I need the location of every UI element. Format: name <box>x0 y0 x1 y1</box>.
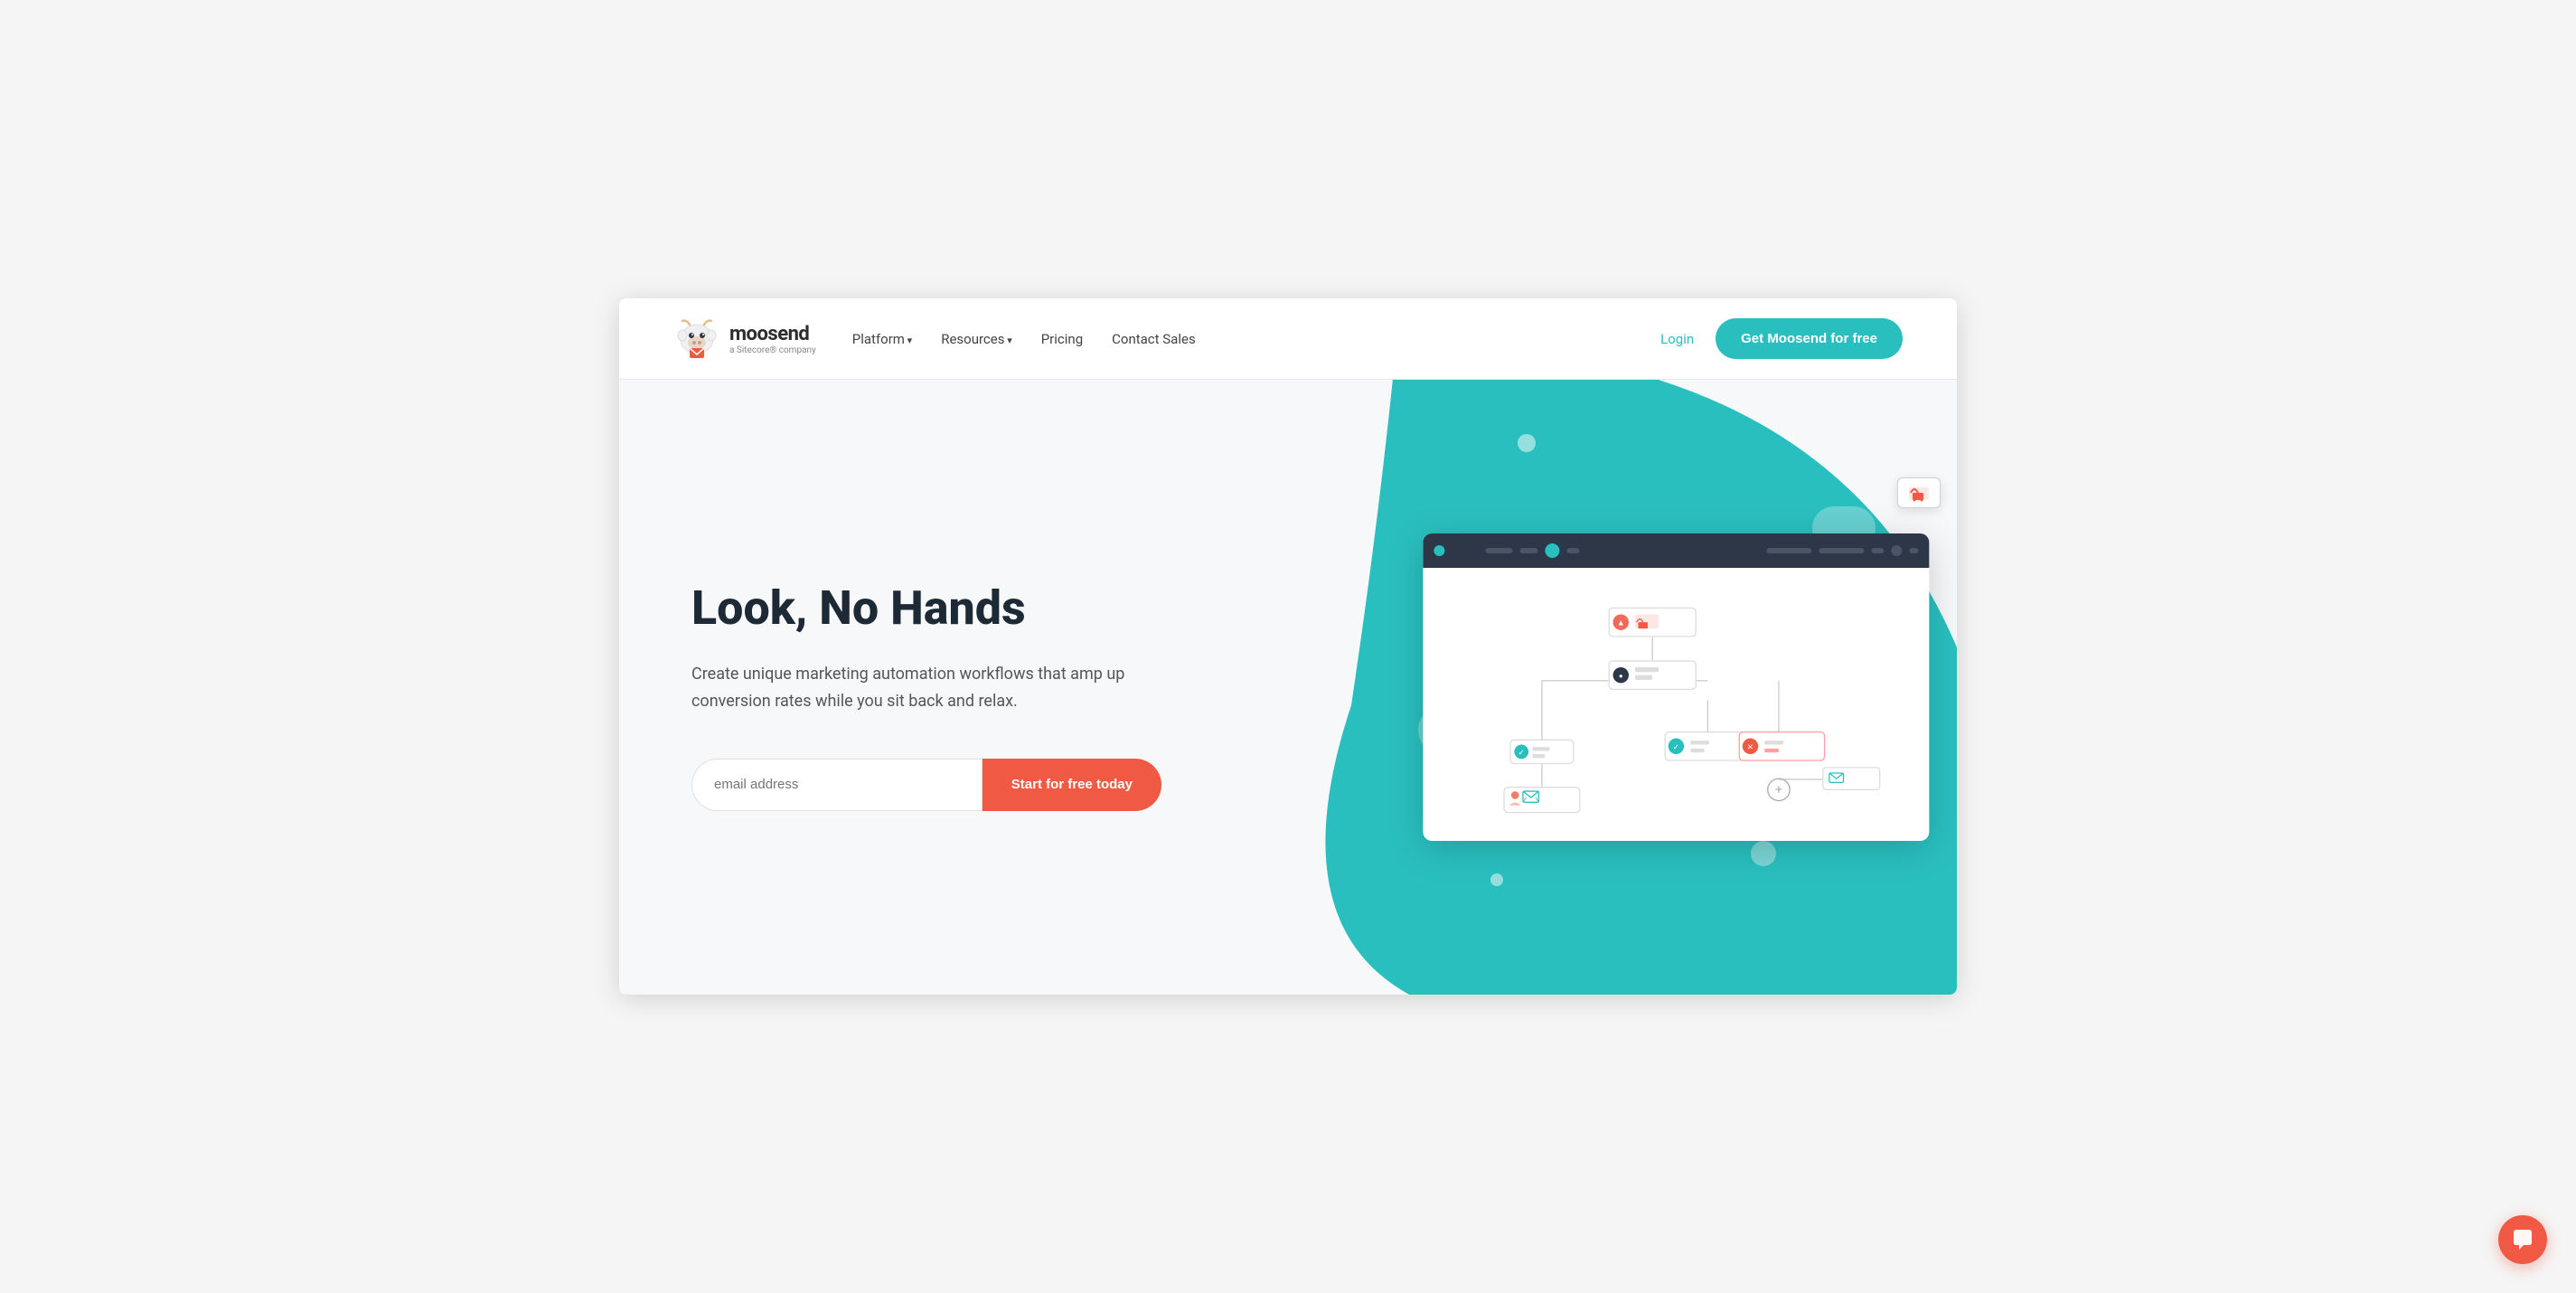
nav-left: moosend a Sitecore® company Platform Res… <box>673 316 1196 363</box>
get-moosend-button[interactable]: Get Moosend for free <box>1716 318 1903 359</box>
hero-right: ▲ ● ✓ <box>1355 380 1957 995</box>
browser-frame: moosend a Sitecore® company Platform Res… <box>619 298 1957 995</box>
float-basket-icon <box>1907 484 1931 502</box>
wf-dot-3 <box>1891 545 1902 556</box>
logo-text: moosend a Sitecore® company <box>729 323 816 355</box>
hero-description: Create unique marketing automation workf… <box>691 661 1125 714</box>
wf-dot-2 <box>1545 543 1559 558</box>
wf-bar-6 <box>1871 548 1884 553</box>
wf-dot-teal <box>1434 545 1444 556</box>
nav-links: Platform Resources Pricing Contact Sales <box>852 331 1196 347</box>
wf-body: ▲ ● ✓ <box>1423 568 1929 841</box>
email-input[interactable] <box>691 759 982 811</box>
nav-right: Login Get Moosend for free <box>1660 318 1903 359</box>
wf-titlebar <box>1423 533 1929 568</box>
hero-form: Start for free today <box>691 759 1161 811</box>
wf-bar-4 <box>1766 548 1811 553</box>
nav-contact[interactable]: Contact Sales <box>1112 331 1196 347</box>
float-card-basket <box>1897 477 1941 508</box>
svg-text:●: ● <box>1619 672 1623 680</box>
deco-bubble-7 <box>1490 873 1503 886</box>
logo-icon <box>673 316 720 363</box>
chat-fab[interactable] <box>2498 1215 2547 1264</box>
workflow-card: ▲ ● ✓ <box>1423 533 1929 841</box>
wf-bar-7 <box>1909 548 1918 553</box>
wf-bar-1 <box>1485 548 1512 553</box>
hero-left: Look, No Hands Create unique marketing a… <box>619 380 1355 995</box>
workflow-svg: ▲ ● ✓ <box>1437 586 1914 823</box>
svg-text:▲: ▲ <box>1617 619 1625 628</box>
login-link[interactable]: Login <box>1660 331 1694 347</box>
chat-icon <box>2511 1228 2534 1251</box>
wf-bar-2 <box>1519 548 1537 553</box>
wf-bar-5 <box>1819 548 1864 553</box>
hero-title: Look, No Hands <box>691 581 1283 636</box>
svg-text:✓: ✓ <box>1518 749 1525 758</box>
wf-bar-3 <box>1566 548 1579 553</box>
nav-pricing[interactable]: Pricing <box>1041 331 1083 347</box>
svg-text:✕: ✕ <box>1747 743 1753 752</box>
navbar: moosend a Sitecore® company Platform Res… <box>619 298 1957 380</box>
svg-text:✓: ✓ <box>1673 743 1679 752</box>
deco-bubble-1 <box>1518 434 1536 452</box>
nav-platform[interactable]: Platform <box>852 331 912 347</box>
logo-name: moosend <box>729 323 816 345</box>
deco-bubble-6 <box>1751 841 1776 866</box>
logo[interactable]: moosend a Sitecore® company <box>673 316 816 363</box>
start-free-button[interactable]: Start for free today <box>982 759 1161 811</box>
svg-text:+: + <box>1775 783 1782 798</box>
hero-section: Look, No Hands Create unique marketing a… <box>619 380 1957 995</box>
nav-resources[interactable]: Resources <box>941 331 1012 347</box>
logo-sub: a Sitecore® company <box>729 345 816 355</box>
